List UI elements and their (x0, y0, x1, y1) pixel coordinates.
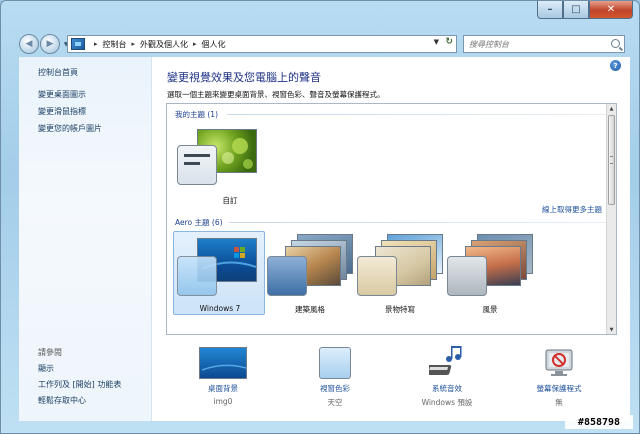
desktop-background-value: img0 (213, 397, 233, 406)
taskbar-start-menu-link[interactable]: 工作列及 [開始] 功能表 (38, 379, 121, 390)
close-button[interactable]: ✕ (589, 1, 633, 19)
theme-scenes[interactable]: 景物特寫 (355, 234, 445, 314)
page-title: 變更視覺效果及您電腦上的聲音 (167, 71, 321, 84)
theme-scenes-color-icon (357, 256, 397, 296)
help-icon[interactable]: ? (610, 60, 621, 71)
minimize-button[interactable]: – (537, 1, 563, 19)
search-box[interactable] (463, 35, 625, 53)
forward-button[interactable]: ▶ (40, 34, 60, 54)
screensaver-label[interactable]: 螢幕保護程式 (514, 383, 604, 394)
theme-custom-color-icon (177, 145, 217, 185)
theme-windows7-label: Windows 7 (199, 304, 241, 313)
theme-custom[interactable]: 自訂 (175, 129, 265, 207)
theme-architecture-color-icon (267, 256, 307, 296)
breadcrumb: ▸ 控制台 ▸ 外觀及個人化 ▸ 個人化 (89, 39, 226, 50)
change-account-picture-link[interactable]: 變更您的帳戶圖片 (38, 123, 102, 134)
theme-custom-label: 自訂 (222, 196, 238, 205)
breadcrumb-separator-icon[interactable]: ▸ (132, 40, 136, 48)
refresh-icon[interactable]: ↻ (445, 37, 453, 47)
scroll-up-icon[interactable]: ▲ (607, 104, 616, 113)
display-link[interactable]: 顯示 (38, 363, 54, 374)
address-dropdown-icon[interactable]: ▼ (434, 38, 439, 46)
theme-list[interactable]: 我的主題 (1) 自訂 線上取得更多主題 Aero 主題 (6) Windows… (166, 103, 617, 335)
theme-landscapes[interactable]: 風景 (445, 234, 535, 314)
control-panel-window: – □ ✕ ◀ ▶ ▼ ▸ 控制台 ▸ 外觀及個人化 ▸ 個人化 ▼ ↻ 控制台… (0, 0, 640, 434)
section-divider (229, 222, 607, 223)
desktop-background-setting[interactable]: 桌面背景 img0 (178, 347, 268, 411)
breadcrumb-separator-icon: ▸ (94, 40, 98, 48)
breadcrumb-appearance[interactable]: 外觀及個人化 (140, 39, 188, 50)
forward-arrow-icon: ▶ (46, 39, 54, 49)
theme-architecture[interactable]: 建築風格 (265, 234, 355, 314)
control-panel-home-link[interactable]: 控制台首頁 (38, 67, 78, 78)
theme-list-scrollbar[interactable]: ▲ ▼ (606, 104, 616, 334)
theme-windows7[interactable]: Windows 7 (175, 234, 265, 313)
screensaver-value: 無 (555, 398, 563, 407)
theme-windows7-color-icon (177, 256, 217, 296)
desktop-background-icon (199, 347, 247, 379)
monitor-disabled-icon (545, 349, 573, 376)
theme-landscapes-label: 風景 (482, 305, 498, 314)
breadcrumb-control-panel[interactable]: 控制台 (103, 39, 127, 50)
watermark: #858798 (565, 415, 633, 429)
maximize-button[interactable]: □ (563, 1, 589, 19)
change-mouse-pointers-link[interactable]: 變更滑鼠指標 (38, 106, 86, 117)
window-color-value: 天空 (327, 398, 343, 407)
window-color-label[interactable]: 視窗色彩 (290, 383, 380, 394)
breadcrumb-separator-icon[interactable]: ▸ (193, 40, 197, 48)
section-divider (227, 114, 607, 115)
ease-of-access-link[interactable]: 輕鬆存取中心 (38, 395, 86, 406)
theme-landscapes-color-icon (447, 256, 487, 296)
left-navigation-pane: 控制台首頁 變更桌面圖示 變更滑鼠指標 變更您的帳戶圖片 請參閱 顯示 工作列及… (19, 57, 152, 421)
address-bar[interactable]: ▸ 控制台 ▸ 外觀及個人化 ▸ 個人化 ▼ ↻ (67, 35, 457, 53)
search-input[interactable] (464, 39, 604, 49)
window-color-icon (319, 347, 351, 379)
my-themes-heading: 我的主題 (1) (175, 110, 219, 119)
back-button[interactable]: ◀ (19, 34, 39, 54)
desktop-background-label[interactable]: 桌面背景 (178, 383, 268, 394)
caption-buttons: – □ ✕ (537, 1, 633, 19)
scrollbar-grip (610, 156, 613, 164)
scroll-down-icon[interactable]: ▼ (607, 325, 616, 334)
back-arrow-icon: ◀ (25, 39, 33, 49)
wallpaper-preview (201, 364, 247, 371)
main-content-pane: ? 變更視覺效果及您電腦上的聲音 選取一個主題來變更桌面背景、視窗色彩、聲音及螢… (152, 57, 630, 421)
theme-architecture-label: 建築風格 (295, 305, 325, 314)
music-notes-icon (425, 346, 462, 375)
change-desktop-icons-link[interactable]: 變更桌面圖示 (38, 89, 86, 100)
sounds-icon (425, 345, 465, 379)
aero-themes-heading: Aero 主題 (6) (175, 218, 223, 227)
scrollbar-thumb[interactable] (608, 115, 615, 205)
screensaver-icon (542, 347, 576, 379)
sounds-setting[interactable]: 系統音效 Windows 預設 (402, 345, 492, 411)
theme-scenes-label: 景物特寫 (385, 305, 415, 314)
control-panel-icon (71, 38, 85, 50)
sounds-value: Windows 預設 (421, 398, 473, 407)
get-more-themes-link[interactable]: 線上取得更多主題 (542, 204, 602, 215)
see-also-heading: 請參閱 (38, 348, 62, 357)
breadcrumb-personalization[interactable]: 個人化 (202, 39, 226, 50)
page-description: 選取一個主題來變更桌面背景、視窗色彩、聲音及螢幕保護程式。 (167, 90, 385, 99)
screensaver-setting[interactable]: 螢幕保護程式 無 (514, 347, 604, 411)
search-icon[interactable] (611, 39, 620, 48)
sounds-label[interactable]: 系統音效 (402, 383, 492, 394)
window-color-setting[interactable]: 視窗色彩 天空 (290, 347, 380, 411)
